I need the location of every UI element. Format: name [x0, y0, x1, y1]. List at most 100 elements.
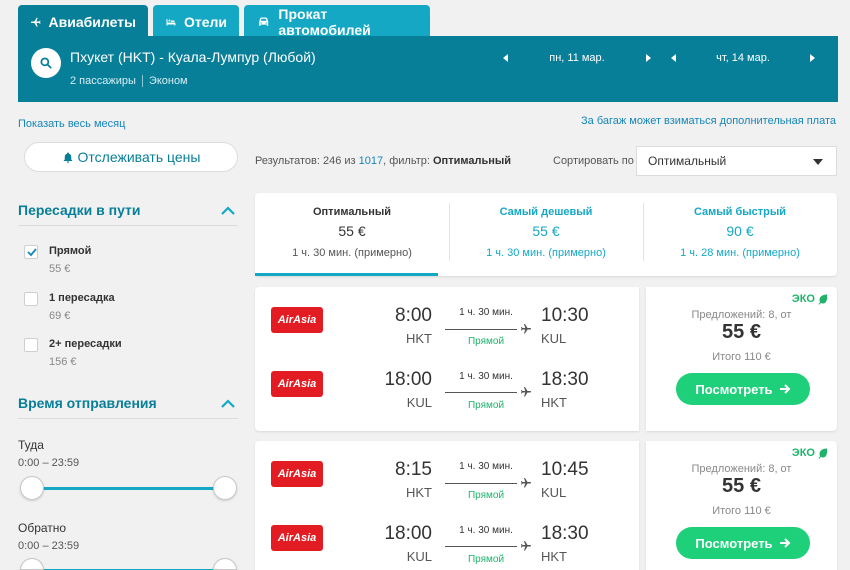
summary-title: Оптимальный [312, 206, 391, 218]
chevron-up-icon[interactable] [221, 399, 235, 408]
arrival-airport: KUL [541, 485, 567, 500]
stops-two-checkbox[interactable] [24, 338, 38, 352]
sort-value: Оптимальный [648, 154, 727, 168]
departure-time: 8:15 [395, 459, 432, 480]
leaf-icon [818, 294, 828, 305]
car-icon [259, 17, 269, 26]
route-text[interactable]: Пхукет (HKT) - Куала-Лумпур (Любой) [70, 49, 316, 65]
stops-filter-title[interactable]: Пересадки в пути [18, 202, 141, 218]
arrow-right-icon [779, 538, 790, 548]
total-price: Итого 110 € [712, 505, 771, 517]
show-month-link[interactable]: Показать весь месяц [18, 118, 125, 130]
outbound-slider-max-handle[interactable] [213, 476, 237, 500]
offers-count: Предложений: 8, от [691, 309, 792, 321]
arrival-time: 18:30 [541, 369, 589, 390]
flight-card[interactable]: AirAsia 8:15 HKT 1 ч. 30 мин. Прямой 10:… [255, 441, 639, 570]
summary-duration: 1 ч. 30 мин. (примерно) [486, 247, 606, 259]
cabin-text: Эконом [148, 75, 188, 87]
view-deal-button[interactable]: Посмотреть [676, 527, 810, 559]
search-bar: Пхукет (HKT) - Куала-Лумпур (Любой) 2 па… [18, 36, 838, 102]
flight-path-line [445, 546, 517, 547]
tab-hotels-label: Отели [183, 13, 227, 30]
flight-card[interactable]: AirAsia 8:00 HKT 1 ч. 30 мин. Прямой 10:… [255, 287, 639, 431]
eco-badge: ЭКО [792, 293, 829, 305]
bed-icon [166, 18, 176, 25]
view-deal-label: Посмотреть [695, 535, 773, 551]
date-back[interactable]: чт, 14 мар. [716, 52, 770, 64]
departure-airport: HKT [406, 331, 432, 346]
flight-duration: 1 ч. 30 мин. [459, 461, 513, 472]
arrival-time: 10:30 [541, 305, 589, 326]
bell-icon [63, 152, 72, 163]
summary-price: 55 € [532, 223, 560, 239]
arrow-right-icon[interactable] [642, 52, 654, 64]
departure-filter-title[interactable]: Время отправления [18, 395, 157, 411]
airline-logo: AirAsia [271, 371, 323, 397]
search-button[interactable] [31, 48, 61, 78]
stops-direct-price: 55 € [49, 263, 71, 275]
flight-price-panel: ЭКО Предложений: 8, от 55 € Итого 110 € … [646, 287, 837, 431]
results-prefix: Результатов: 246 из [255, 155, 359, 167]
summary-title: Самый быстрый [693, 206, 787, 218]
date-out-nav: пн, 11 мар. [500, 50, 654, 66]
stops-one-price: 69 € [49, 310, 71, 322]
airline-logo: AirAsia [271, 461, 323, 487]
stops-one-checkbox[interactable] [24, 292, 38, 306]
tab-flights-label: Авиабилеты [48, 13, 137, 30]
outbound-slider-min-handle[interactable] [20, 476, 44, 500]
tab-hotels[interactable]: Отели [153, 5, 239, 38]
summary-price: 90 € [726, 223, 754, 239]
track-prices-label: Отслеживать цены [77, 149, 201, 165]
outbound-slider-track[interactable] [33, 487, 225, 490]
trip-info[interactable]: 2 пассажиры Эконом [70, 75, 188, 87]
summary-duration: 1 ч. 28 мин. (примерно) [680, 247, 800, 259]
leaf-icon [818, 448, 828, 459]
chevron-up-icon[interactable] [221, 206, 235, 215]
summary-price: 55 € [338, 223, 366, 239]
stops-direct-label: Прямой [49, 245, 92, 257]
return-slider-max-handle[interactable] [213, 558, 237, 570]
summary-optimal[interactable]: Оптимальный 55 € 1 ч. 30 мин. (примерно) [255, 193, 449, 276]
price: 55 € [722, 321, 761, 343]
return-range: 0:00 – 23:59 [18, 540, 80, 552]
departure-airport: KUL [406, 395, 432, 410]
results-total-link[interactable]: 1017 [359, 155, 383, 167]
tab-cars[interactable]: Прокат автомобилей [244, 5, 430, 38]
eco-label: ЭКО [791, 447, 815, 459]
summary-fastest[interactable]: Самый быстрый 90 € 1 ч. 28 мин. (примерн… [643, 193, 837, 276]
outbound-label: Туда [18, 438, 44, 452]
sort-select[interactable]: Оптимальный [636, 146, 837, 176]
arrow-left-icon[interactable] [500, 52, 512, 64]
plane-icon [521, 478, 531, 488]
date-out[interactable]: пн, 11 мар. [549, 52, 604, 64]
arrow-right-icon [779, 384, 790, 394]
view-deal-label: Посмотреть [695, 381, 773, 397]
departure-time: 18:00 [384, 369, 432, 390]
tab-flights[interactable]: Авиабилеты [18, 5, 148, 38]
return-slider-min-handle[interactable] [20, 558, 44, 570]
arrival-airport: HKT [541, 549, 567, 564]
track-prices-button[interactable]: Отслеживать цены [24, 142, 238, 172]
arrival-airport: KUL [541, 331, 567, 346]
return-label: Обратно [18, 521, 67, 535]
check-icon [27, 248, 37, 257]
stops-info: Прямой [467, 554, 505, 565]
tab-cars-label: Прокат автомобилей [278, 5, 371, 38]
view-deal-button[interactable]: Посмотреть [676, 373, 810, 405]
summary-cheapest[interactable]: Самый дешевый 55 € 1 ч. 30 мин. (примерн… [449, 193, 643, 276]
caret-down-icon [813, 159, 823, 165]
arrow-left-icon[interactable] [668, 52, 680, 64]
baggage-fee-link[interactable]: За багаж может взиматься дополнительная … [581, 115, 836, 127]
departure-time: 8:00 [395, 305, 432, 326]
eco-badge: ЭКО [792, 447, 829, 459]
offers-count: Предложений: 8, от [691, 463, 792, 475]
flight-path-line [445, 329, 517, 330]
stops-direct-checkbox[interactable] [24, 245, 38, 259]
stops-info: Прямой [467, 400, 505, 411]
arrival-airport: HKT [541, 395, 567, 410]
stops-two-price: 156 € [49, 356, 77, 368]
arrow-right-icon[interactable] [806, 52, 818, 64]
date-back-nav: чт, 14 мар. [668, 50, 818, 66]
search-icon [40, 57, 52, 69]
flight-duration: 1 ч. 30 мин. [459, 371, 513, 382]
